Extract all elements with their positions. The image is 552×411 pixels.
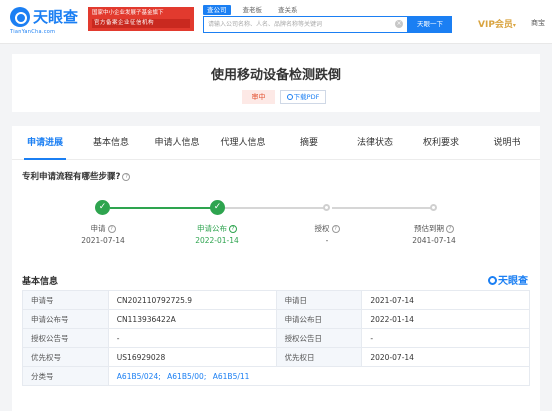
table-value: CN202110792725.9 bbox=[107, 290, 277, 310]
step-label: 授权? bbox=[287, 223, 367, 234]
tab-applicant[interactable]: 申请人信息 bbox=[144, 126, 210, 159]
page-title: 使用移动设备检测跌倒 bbox=[210, 68, 341, 83]
more-link[interactable]: 商宝 bbox=[531, 18, 545, 28]
table-key: 授权公告号 bbox=[22, 328, 109, 348]
table-row: 申请公布号 CN113936422A 申请公布日 2022-01-14 bbox=[22, 309, 530, 329]
step-date: 2022-01-14 bbox=[195, 236, 239, 245]
chevron-down-icon: ▾ bbox=[512, 22, 516, 29]
classification-links: A61B5/024; A61B5/00; A61B5/11 bbox=[107, 366, 531, 386]
help-icon[interactable]: ? bbox=[331, 225, 340, 233]
brand-watermark: 天眼查 bbox=[488, 272, 528, 287]
top-navigation-bar: 天眼查 TianYanCha.com 国家中小企业发展子基金旗下 官方备案企业征… bbox=[0, 0, 552, 44]
search-tab-company[interactable]: 查公司 bbox=[203, 5, 231, 15]
table-row: 优先权号 US16929028 优先权日 2020-07-14 bbox=[22, 347, 530, 367]
step-connector bbox=[110, 207, 218, 209]
table-value: - bbox=[107, 328, 277, 348]
table-value: CN113936422A bbox=[107, 309, 277, 329]
download-pdf-button[interactable]: 下载PDF bbox=[280, 90, 326, 104]
vip-member-link[interactable]: VIP会员▾ bbox=[478, 17, 516, 30]
table-key: 分类号 bbox=[22, 366, 109, 386]
step-label: 预估到期? bbox=[394, 223, 474, 234]
download-icon bbox=[286, 94, 293, 100]
table-key: 申请日 bbox=[275, 290, 363, 310]
step-label-text: 申请 bbox=[90, 224, 106, 233]
help-icon[interactable]: ? bbox=[446, 225, 454, 233]
clear-icon[interactable]: × bbox=[395, 20, 403, 28]
download-pdf-label: 下载PDF bbox=[293, 93, 320, 101]
logo-url: TianYanCha.com bbox=[10, 29, 56, 35]
table-key: 申请公布号 bbox=[22, 309, 109, 329]
tab-claims[interactable]: 权利要求 bbox=[408, 126, 474, 159]
classification-link[interactable]: A61B5/11 bbox=[213, 372, 250, 381]
step-date: 2021-07-14 bbox=[81, 236, 125, 245]
step-label-text: 预估到期 bbox=[414, 224, 444, 233]
step-label: 申请公布? bbox=[177, 223, 257, 234]
table-key: 优先权号 bbox=[22, 347, 109, 367]
classification-link[interactable]: A61B5/00; bbox=[167, 372, 206, 381]
help-icon[interactable]: ? bbox=[107, 225, 116, 233]
tab-abstract[interactable]: 摘要 bbox=[276, 126, 342, 159]
search-input[interactable] bbox=[204, 17, 394, 32]
eye-logo-icon bbox=[488, 276, 497, 285]
step-date: - bbox=[325, 236, 329, 245]
eye-logo-icon bbox=[10, 6, 30, 27]
table-value: - bbox=[361, 328, 530, 348]
search-button[interactable]: 天眼一下 bbox=[408, 16, 452, 33]
basic-info-table: 申请号 CN202110792725.9 申请日 2021-07-14 申请公布… bbox=[22, 290, 531, 386]
flow-title: 专利申请流程有哪些步骤?? bbox=[22, 170, 131, 182]
table-value: 2020-07-14 bbox=[361, 347, 530, 367]
step-date: 2041-07-14 bbox=[412, 236, 456, 245]
table-row: 授权公告号 - 授权公告日 - bbox=[22, 328, 530, 348]
tab-agent[interactable]: 代理人信息 bbox=[210, 126, 276, 159]
patent-title-card: 使用移动设备检测跌倒 审中 下载PDF bbox=[12, 54, 540, 112]
search-tab-boss[interactable]: 查老板 bbox=[239, 5, 267, 15]
step-connector bbox=[224, 207, 326, 209]
tab-description[interactable]: 说明书 bbox=[474, 126, 540, 159]
table-key: 优先权日 bbox=[275, 347, 363, 367]
progress-steps: ✓ ✓ 申请? 申请公布? 授权? 预估到期? 2021-07-14 2022-… bbox=[12, 194, 540, 254]
classification-link[interactable]: A61B5/024; bbox=[117, 372, 161, 381]
detail-card: 申请进展 基本信息 申请人信息 代理人信息 摘要 法律状态 权利要求 说明书 专… bbox=[12, 126, 540, 411]
check-icon: ✓ bbox=[210, 200, 225, 215]
site-logo[interactable]: 天眼查 bbox=[10, 6, 78, 27]
tab-legal-status[interactable]: 法律状态 bbox=[342, 126, 408, 159]
detail-tabs: 申请进展 基本信息 申请人信息 代理人信息 摘要 法律状态 权利要求 说明书 bbox=[12, 126, 540, 160]
tab-basic-info[interactable]: 基本信息 bbox=[78, 126, 144, 159]
basic-info-title: 基本信息 bbox=[22, 277, 59, 287]
gov-badge-line2: 官方备案企业征信机构 bbox=[92, 19, 190, 28]
step-label-text: 授权 bbox=[314, 224, 330, 233]
gov-badge: 国家中小企业发展子基金旗下 官方备案企业征信机构 bbox=[88, 7, 194, 31]
help-icon[interactable]: ? bbox=[122, 173, 131, 181]
step-label: 申请? bbox=[63, 223, 143, 234]
table-row: 申请号 CN202110792725.9 申请日 2021-07-14 bbox=[22, 290, 530, 310]
pending-dot-icon bbox=[430, 204, 437, 211]
brand-text: 天眼查 bbox=[498, 276, 528, 287]
help-icon[interactable]: ? bbox=[229, 225, 237, 233]
tab-progress[interactable]: 申请进展 bbox=[12, 126, 78, 160]
table-key: 授权公告日 bbox=[275, 328, 363, 348]
logo-text: 天眼查 bbox=[33, 8, 79, 26]
flow-title-text: 专利申请流程有哪些步骤? bbox=[22, 172, 121, 182]
table-value: 2022-01-14 bbox=[361, 309, 530, 329]
table-key: 申请号 bbox=[22, 290, 109, 310]
pending-dot-icon bbox=[323, 204, 330, 211]
search-type-tabs: 查公司 查老板 查关系 bbox=[203, 5, 310, 15]
gov-badge-line1: 国家中小企业发展子基金旗下 bbox=[92, 10, 164, 16]
check-icon: ✓ bbox=[95, 200, 110, 215]
step-connector bbox=[332, 207, 434, 209]
status-badge: 审中 bbox=[242, 90, 275, 104]
search-tab-relation[interactable]: 查关系 bbox=[274, 5, 302, 15]
table-value: 2021-07-14 bbox=[361, 290, 530, 310]
table-key: 申请公布日 bbox=[275, 309, 363, 329]
vip-label: VIP会员 bbox=[478, 20, 513, 30]
table-value: US16929028 bbox=[107, 347, 277, 367]
table-row: 分类号 A61B5/024; A61B5/00; A61B5/11 bbox=[22, 366, 531, 386]
search-box: × bbox=[203, 16, 408, 33]
step-label-text: 申请公布 bbox=[197, 224, 227, 233]
